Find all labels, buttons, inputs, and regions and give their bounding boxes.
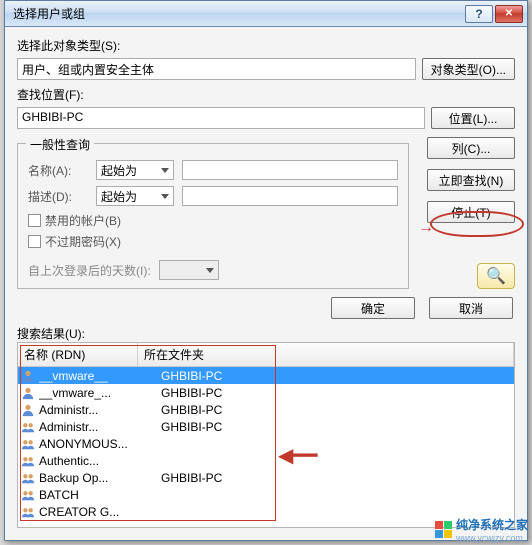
watermark-logo-icon xyxy=(435,521,452,538)
columns-button[interactable]: 列(C)... xyxy=(427,137,515,159)
object-type-field: 用户、组或内置安全主体 xyxy=(17,58,416,80)
description-match-combo[interactable]: 起始为 xyxy=(96,186,174,206)
location-field: GHBIBI-PC xyxy=(17,107,425,129)
group-icon xyxy=(20,470,35,485)
search-results-label: 搜索结果(U): xyxy=(17,325,515,342)
common-queries-group: 一般性查询 名称(A): 起始为 描述(D): 起始为 禁用的帐户(B) xyxy=(17,143,409,289)
client-area: 选择此对象类型(S): 用户、组或内置安全主体 对象类型(O)... 查找位置(… xyxy=(5,27,527,540)
name-input[interactable] xyxy=(182,160,398,180)
table-row[interactable]: __vmware_...GHBIBI-PC xyxy=(18,384,514,401)
table-row[interactable]: Authentic... xyxy=(18,452,514,469)
object-type-label: 选择此对象类型(S): xyxy=(17,37,515,54)
column-name-header[interactable]: 名称 (RDN) xyxy=(18,343,138,366)
chevron-down-icon xyxy=(161,168,169,173)
row-name: CREATOR G... xyxy=(39,505,153,519)
row-name: BATCH xyxy=(39,488,153,502)
description-input[interactable] xyxy=(182,186,398,206)
user-icon xyxy=(20,385,35,400)
help-button[interactable] xyxy=(465,5,493,23)
nonexpiring-password-checkbox[interactable]: 不过期密码(X) xyxy=(28,233,398,250)
days-combo xyxy=(159,260,219,280)
chevron-down-icon xyxy=(161,194,169,199)
user-icon xyxy=(20,402,35,417)
disabled-accounts-checkbox[interactable]: 禁用的帐户(B) xyxy=(28,212,398,229)
object-types-button[interactable]: 对象类型(O)... xyxy=(422,58,515,80)
watermark: 纯净系统之家 www.ycwjzy.com xyxy=(435,516,528,543)
column-folder-header[interactable]: 所在文件夹 xyxy=(138,343,514,366)
dialog-window: 选择用户或组 选择此对象类型(S): 用户、组或内置安全主体 对象类型(O)..… xyxy=(4,0,528,541)
row-name: Administr... xyxy=(39,403,153,417)
days-since-login-label: 自上次登录后的天数(I): xyxy=(28,262,151,279)
common-queries-legend: 一般性查询 xyxy=(26,136,94,153)
table-row[interactable]: BATCH xyxy=(18,486,514,503)
row-folder: GHBIBI-PC xyxy=(153,420,512,434)
row-name: __vmware__ xyxy=(39,369,153,383)
group-icon xyxy=(20,453,35,468)
row-name: Backup Op... xyxy=(39,471,153,485)
row-name: Administr... xyxy=(39,420,153,434)
find-now-button[interactable]: 立即查找(N) xyxy=(427,169,515,191)
table-row[interactable]: Administr...GHBIBI-PC xyxy=(18,418,514,435)
row-name: __vmware_... xyxy=(39,386,153,400)
location-label: 查找位置(F): xyxy=(17,86,515,103)
results-header[interactable]: 名称 (RDN) 所在文件夹 xyxy=(18,343,514,367)
results-body[interactable]: __vmware__GHBIBI-PC__vmware_...GHBIBI-PC… xyxy=(18,367,514,527)
window-title: 选择用户或组 xyxy=(13,5,463,22)
table-row[interactable]: Backup Op...GHBIBI-PC xyxy=(18,469,514,486)
close-button[interactable] xyxy=(495,5,523,23)
description-label: 描述(D): xyxy=(28,188,88,205)
titlebar[interactable]: 选择用户或组 xyxy=(5,1,527,27)
row-folder: GHBIBI-PC xyxy=(153,386,512,400)
ok-button[interactable]: 确定 xyxy=(331,297,415,319)
checkbox-icon xyxy=(28,214,41,227)
group-icon xyxy=(20,504,35,519)
table-row[interactable]: ANONYMOUS... xyxy=(18,435,514,452)
stop-button[interactable]: 停止(T) xyxy=(427,201,515,223)
row-name: ANONYMOUS... xyxy=(39,437,153,451)
row-folder: GHBIBI-PC xyxy=(153,471,512,485)
watermark-url: www.ycwjzy.com xyxy=(456,533,528,543)
watermark-text: 纯净系统之家 xyxy=(456,516,528,533)
magnifier-icon: 🔍 xyxy=(477,263,515,289)
cancel-button[interactable]: 取消 xyxy=(429,297,513,319)
user-icon xyxy=(20,368,35,383)
row-folder: GHBIBI-PC xyxy=(153,369,512,383)
chevron-down-icon xyxy=(206,268,214,273)
name-label: 名称(A): xyxy=(28,162,88,179)
locations-button[interactable]: 位置(L)... xyxy=(431,107,515,129)
group-icon xyxy=(20,487,35,502)
group-icon xyxy=(20,419,35,434)
table-row[interactable]: __vmware__GHBIBI-PC xyxy=(18,367,514,384)
name-match-combo[interactable]: 起始为 xyxy=(96,160,174,180)
group-icon xyxy=(20,436,35,451)
checkbox-icon xyxy=(28,235,41,248)
row-folder: GHBIBI-PC xyxy=(153,403,512,417)
table-row[interactable]: Administr...GHBIBI-PC xyxy=(18,401,514,418)
row-name: Authentic... xyxy=(39,454,153,468)
results-listview[interactable]: 名称 (RDN) 所在文件夹 __vmware__GHBIBI-PC__vmwa… xyxy=(17,342,515,528)
